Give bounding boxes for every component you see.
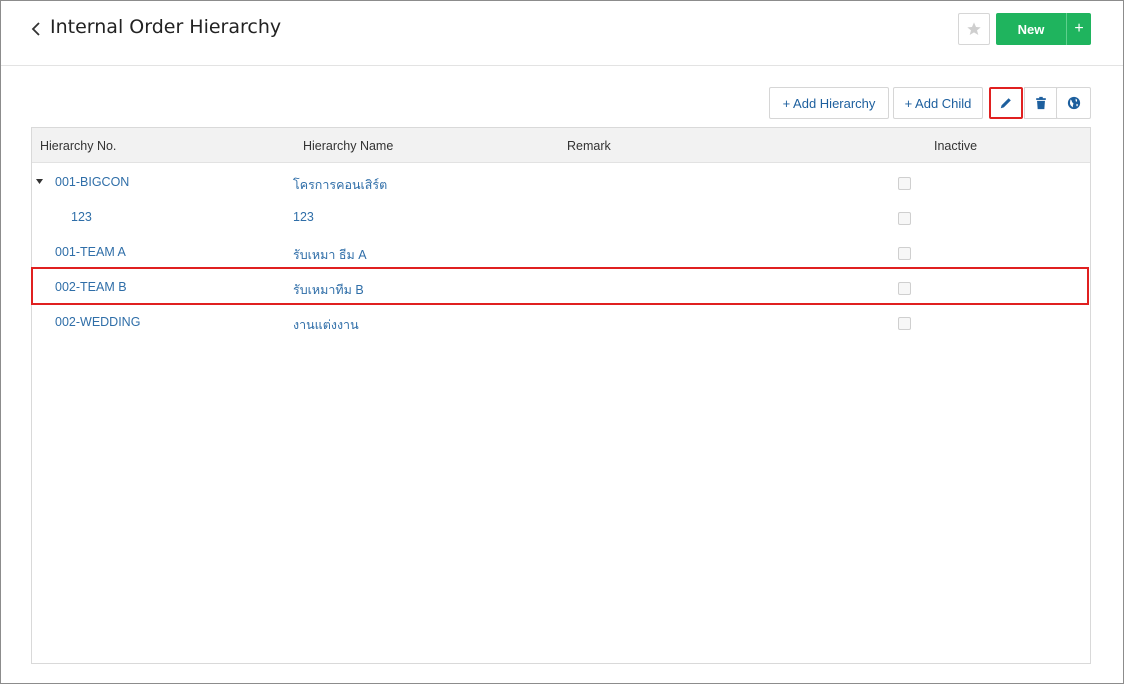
inactive-checkbox[interactable] [898,282,911,295]
back-button[interactable] [27,17,45,41]
add-hierarchy-button[interactable]: + Add Hierarchy [769,87,889,119]
edit-button[interactable] [989,87,1023,119]
hierarchy-no-cell[interactable]: 123 [71,210,92,224]
translate-button[interactable] [1056,87,1091,119]
table-header: Hierarchy No. Hierarchy Name Remark Inac… [32,128,1090,163]
inactive-checkbox[interactable] [898,212,911,225]
new-options-button[interactable]: + [1066,13,1091,45]
table-row[interactable]: 001-BIGCON โครการคอนเสิร์ต [32,164,1090,199]
table-row[interactable]: 001-TEAM A รับเหมา ธีม A [32,234,1090,269]
inactive-checkbox[interactable] [898,317,911,330]
hierarchy-no-cell[interactable]: 001-BIGCON [55,175,129,189]
hierarchy-name-cell[interactable]: โครการคอนเสิร์ต [293,175,387,195]
hierarchy-no-cell[interactable]: 002-WEDDING [55,315,140,329]
add-child-button[interactable]: + Add Child [893,87,983,119]
page-title: Internal Order Hierarchy [50,16,282,38]
column-header-hierarchy-no[interactable]: Hierarchy No. [40,139,116,153]
pencil-icon [1000,98,1011,109]
table-row[interactable]: 123 123 [32,199,1090,234]
hierarchy-no-cell[interactable]: 002-TEAM B [55,280,127,294]
triangle-down-icon[interactable] [36,178,43,185]
delete-button[interactable] [1024,87,1057,119]
star-icon [967,22,981,35]
hierarchy-name-cell[interactable]: 123 [293,210,314,224]
favorite-button[interactable] [958,13,990,45]
column-header-hierarchy-name[interactable]: Hierarchy Name [303,139,393,153]
table-row[interactable]: 002-WEDDING งานแต่งงาน [32,304,1090,339]
hierarchy-name-cell[interactable]: งานแต่งงาน [293,315,359,335]
inactive-checkbox[interactable] [898,177,911,190]
app-window: Internal Order Hierarchy New + + Add Hie… [0,0,1124,684]
new-button[interactable]: New [996,13,1066,45]
hierarchy-name-cell[interactable]: รับเหมาทีม B [293,280,364,300]
inactive-checkbox[interactable] [898,247,911,260]
trash-icon [1035,96,1046,110]
table-row[interactable]: 002-TEAM B รับเหมาทีม B [32,269,1090,304]
column-header-inactive[interactable]: Inactive [934,139,977,153]
column-header-remark[interactable]: Remark [567,139,611,153]
chevron-left-icon [31,22,40,36]
globe-icon [1067,96,1080,110]
hierarchy-table: Hierarchy No. Hierarchy Name Remark Inac… [31,127,1091,664]
hierarchy-no-cell[interactable]: 001-TEAM A [55,245,126,259]
hierarchy-name-cell[interactable]: รับเหมา ธีม A [293,245,367,265]
page-header: Internal Order Hierarchy New + [1,1,1123,66]
